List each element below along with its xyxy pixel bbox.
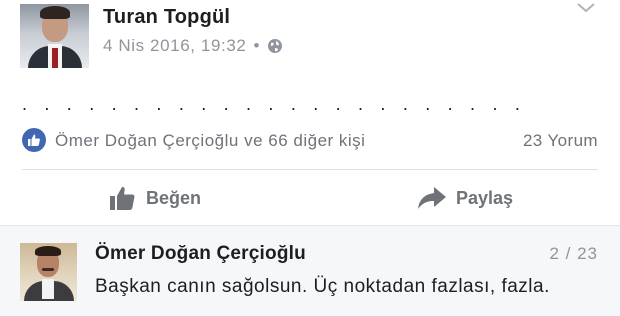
thumbs-up-icon: [110, 186, 135, 210]
comments-section: [0, 225, 620, 316]
globe-icon[interactable]: [267, 38, 283, 54]
comment-count-link[interactable]: 23 Yorum: [523, 131, 598, 151]
like-reaction-icon[interactable]: [22, 128, 46, 152]
chevron-down-icon[interactable]: [577, 3, 595, 13]
author-avatar[interactable]: [20, 4, 89, 68]
like-button-label: Beğen: [146, 187, 202, 208]
commenter-avatar[interactable]: [20, 243, 77, 301]
post-content: . . . . . . . . . . . . . . . . . . . . …: [22, 94, 527, 114]
like-button[interactable]: Beğen: [110, 183, 201, 213]
comment-pagination: 2 / 23: [549, 244, 598, 263]
comment-text: Başkan canın sağolsun. Üç noktadan fazla…: [95, 276, 550, 297]
reaction-summary[interactable]: Ömer Doğan Çerçioğlu ve 66 diğer kişi: [55, 131, 365, 151]
divider: [22, 169, 598, 170]
comment-author-name[interactable]: Ömer Doğan Çerçioğlu: [95, 243, 306, 265]
share-arrow-icon: [418, 187, 446, 209]
post-timestamp[interactable]: 4 Nis 2016, 19:32: [103, 36, 246, 56]
share-button[interactable]: Paylaş: [418, 183, 513, 213]
post-meta: 4 Nis 2016, 19:32 •: [103, 36, 283, 56]
post-author-name[interactable]: Turan Topgül: [103, 6, 230, 29]
meta-separator: •: [253, 36, 261, 55]
post-card: Turan Topgül 4 Nis 2016, 19:32 • . . . .…: [0, 0, 620, 225]
share-button-label: Paylaş: [456, 187, 514, 208]
